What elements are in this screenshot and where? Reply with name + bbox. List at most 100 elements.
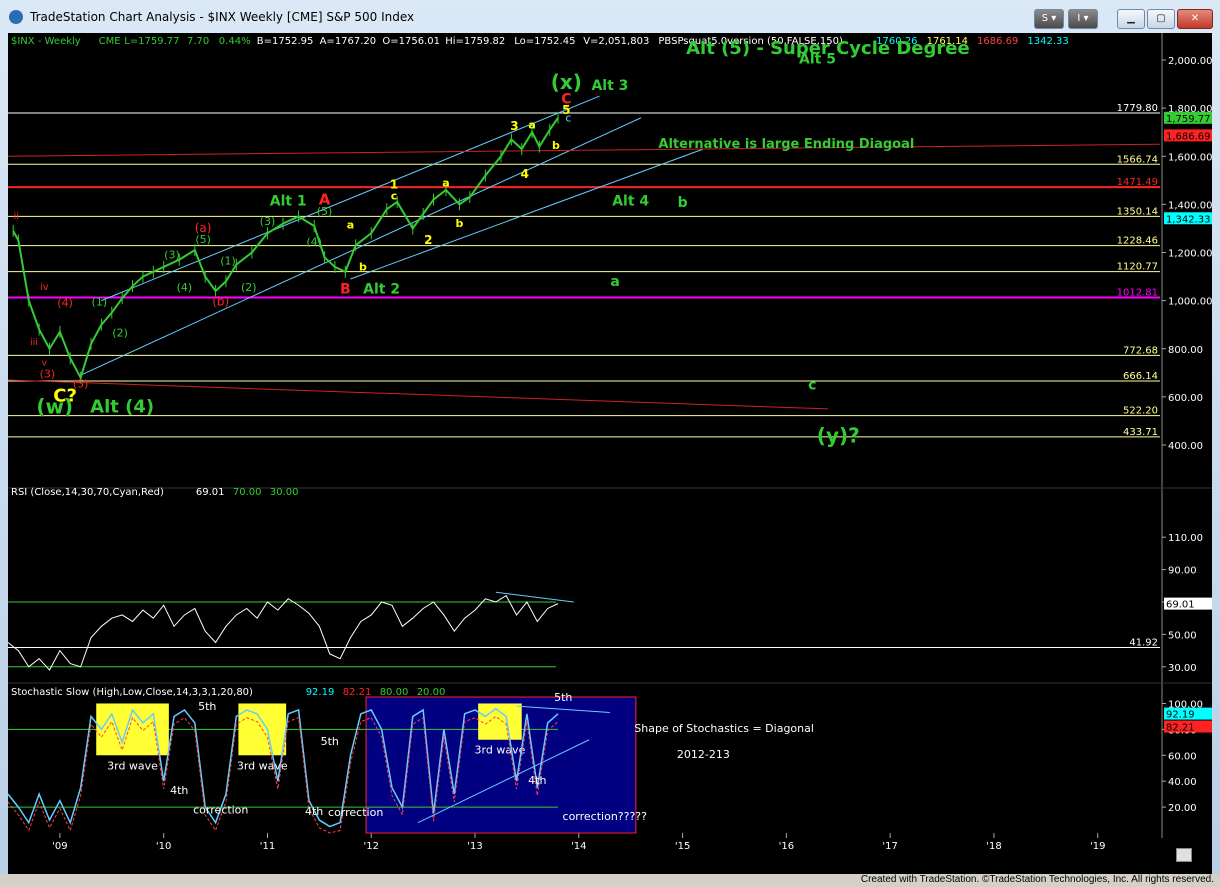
- wave-annotation: (1): [220, 255, 236, 268]
- wave-annotation: (b): [212, 294, 229, 308]
- trendline: [101, 95, 600, 302]
- window-title: TradeStation Chart Analysis - $INX Weekl…: [30, 10, 415, 24]
- header-field-6: A=1767.20: [320, 36, 377, 47]
- chart-svg[interactable]: $INX - Weekly CME L=1759.77 7.70 0.44% B=1752…: [8, 33, 1212, 875]
- wave-annotation: (5): [317, 205, 333, 218]
- rsi-tick-label: 50.00: [1168, 630, 1197, 641]
- rsi-title: RSI (Close,14,30,70,Cyan,Red): [11, 487, 164, 498]
- wave-annotation: c: [391, 190, 398, 203]
- stoch-wave-box: [478, 703, 522, 740]
- level-label: 1228.46: [1117, 236, 1158, 247]
- x-tick-label: '17: [882, 841, 897, 852]
- wave-annotation: Alt 2: [363, 281, 400, 297]
- wave-annotation: (3): [164, 249, 180, 262]
- x-tick-label: '12: [364, 841, 379, 852]
- header-field-8: Hi=1759.82: [445, 36, 505, 47]
- i-menu-button[interactable]: I ▾: [1068, 9, 1098, 29]
- close-icon[interactable]: ✕: [1177, 9, 1213, 29]
- s-menu-button[interactable]: S ▾: [1034, 9, 1064, 29]
- stoch-tag-label: 92.19: [1166, 710, 1195, 721]
- wave-annotation: (2): [112, 327, 128, 340]
- price-tag-label: 1,686.69: [1166, 131, 1211, 142]
- wave-annotation: ii: [14, 211, 20, 222]
- header-field-3: 7.70: [187, 36, 209, 47]
- stoch-note: 5th: [554, 691, 572, 704]
- trendline: [8, 143, 1161, 157]
- footer-credit: Created with TradeStation. ©TradeStation…: [860, 874, 1214, 885]
- price-tick-label: 1,600.00: [1168, 152, 1212, 163]
- stoch-tag-label: 82.21: [1166, 723, 1195, 734]
- level-label: 1120.77: [1117, 262, 1158, 273]
- level-label: 1779.80: [1117, 103, 1158, 114]
- wave-annotation: b: [678, 195, 688, 211]
- price-tick-label: 1,400.00: [1168, 200, 1212, 211]
- maximize-icon[interactable]: ▢: [1147, 9, 1175, 29]
- stoch-wave-label: 3rd wave: [475, 744, 526, 757]
- price-tick-label: 1,200.00: [1168, 249, 1212, 260]
- wave-annotation: Alt (4): [90, 397, 154, 418]
- wave-annotation: 4: [521, 167, 529, 181]
- wave-annotation: b: [359, 261, 367, 274]
- stoch-tick-label: 20.00: [1168, 803, 1197, 814]
- wave-annotation: Alt 3: [591, 78, 628, 94]
- x-tick-label: '11: [260, 841, 275, 852]
- title-bar: TradeStation Chart Analysis - $INX Weekl…: [0, 0, 1220, 34]
- x-tick-label: '13: [467, 841, 482, 852]
- wave-annotation: (2): [241, 281, 257, 294]
- scroll-right-button[interactable]: [1176, 848, 1192, 862]
- wave-annotation: (3): [40, 368, 56, 381]
- price-series-line: [12, 117, 559, 381]
- wave-annotation: Alt 1: [270, 194, 307, 210]
- wave-annotation: B: [340, 281, 351, 297]
- stoch-tick-label: 40.00: [1168, 777, 1197, 788]
- header-study-value-3: 1342.33: [1027, 36, 1068, 47]
- stoch-note: 2012-213: [677, 748, 730, 761]
- price-tick-label: 400.00: [1168, 441, 1203, 452]
- level-label: 522.20: [1123, 406, 1158, 417]
- rsi-last-label: 69.01: [1166, 600, 1195, 611]
- header-field-7: O=1756.01: [382, 36, 440, 47]
- minimize-icon[interactable]: ▁: [1117, 9, 1145, 29]
- stoch-note: 4th: [305, 805, 323, 818]
- rsi-value: 30.00: [270, 487, 299, 498]
- level-label: 1471.49: [1117, 177, 1158, 188]
- stoch-note: 5th: [321, 735, 339, 748]
- wave-annotation: c: [565, 111, 571, 124]
- rsi-value: 69.01: [196, 487, 225, 498]
- rsi-tick-label: 110.00: [1168, 533, 1203, 544]
- chart-area[interactable]: $INX - Weekly CME L=1759.77 7.70 0.44% B=1752…: [8, 33, 1212, 875]
- stoch-value: 92.19: [306, 687, 335, 698]
- price-tag-label: 1,342.33: [1166, 214, 1211, 225]
- footer: Created with TradeStation. ©TradeStation…: [0, 874, 1220, 887]
- wave-annotation: (x): [551, 70, 582, 94]
- wave-annotation: Alt 5: [799, 52, 836, 68]
- wave-annotation: iii: [30, 338, 38, 348]
- stoch-value: 82.21: [343, 687, 372, 698]
- stoch-title: Stochastic Slow (High,Low,Close,14,3,3,1…: [11, 687, 253, 698]
- wave-annotation: (3): [260, 215, 276, 228]
- wave-annotation: 3: [510, 119, 518, 133]
- wave-annotation: b: [456, 217, 464, 230]
- wave-annotation: iv: [40, 282, 49, 293]
- level-label: 1350.14: [1117, 206, 1158, 217]
- stoch-tick-label: 60.00: [1168, 751, 1197, 762]
- wave-annotation: (5): [195, 233, 211, 246]
- rsi-line: [8, 594, 559, 671]
- header-field-9: Lo=1752.45: [514, 36, 575, 47]
- x-tick-label: '18: [986, 841, 1001, 852]
- x-tick-label: '10: [156, 841, 171, 852]
- wave-annotation: a: [528, 119, 535, 132]
- price-tick-label: 1,000.00: [1168, 297, 1212, 308]
- wave-annotation: b: [552, 139, 560, 152]
- header-field-4: 0.44%: [219, 36, 251, 47]
- price-tick-label: 600.00: [1168, 393, 1203, 404]
- wave-annotation: c: [808, 378, 816, 394]
- level-label: 433.71: [1123, 427, 1158, 438]
- wave-annotation: (1): [92, 295, 108, 308]
- price-tick-label: 2,000.00: [1168, 56, 1212, 67]
- stoch-note: 4th: [528, 774, 546, 787]
- app-icon: [9, 10, 23, 24]
- wave-annotation: (y)?: [817, 424, 860, 448]
- header-field-10: V=2,051,803: [583, 36, 649, 47]
- wave-annotation: (4): [57, 297, 73, 310]
